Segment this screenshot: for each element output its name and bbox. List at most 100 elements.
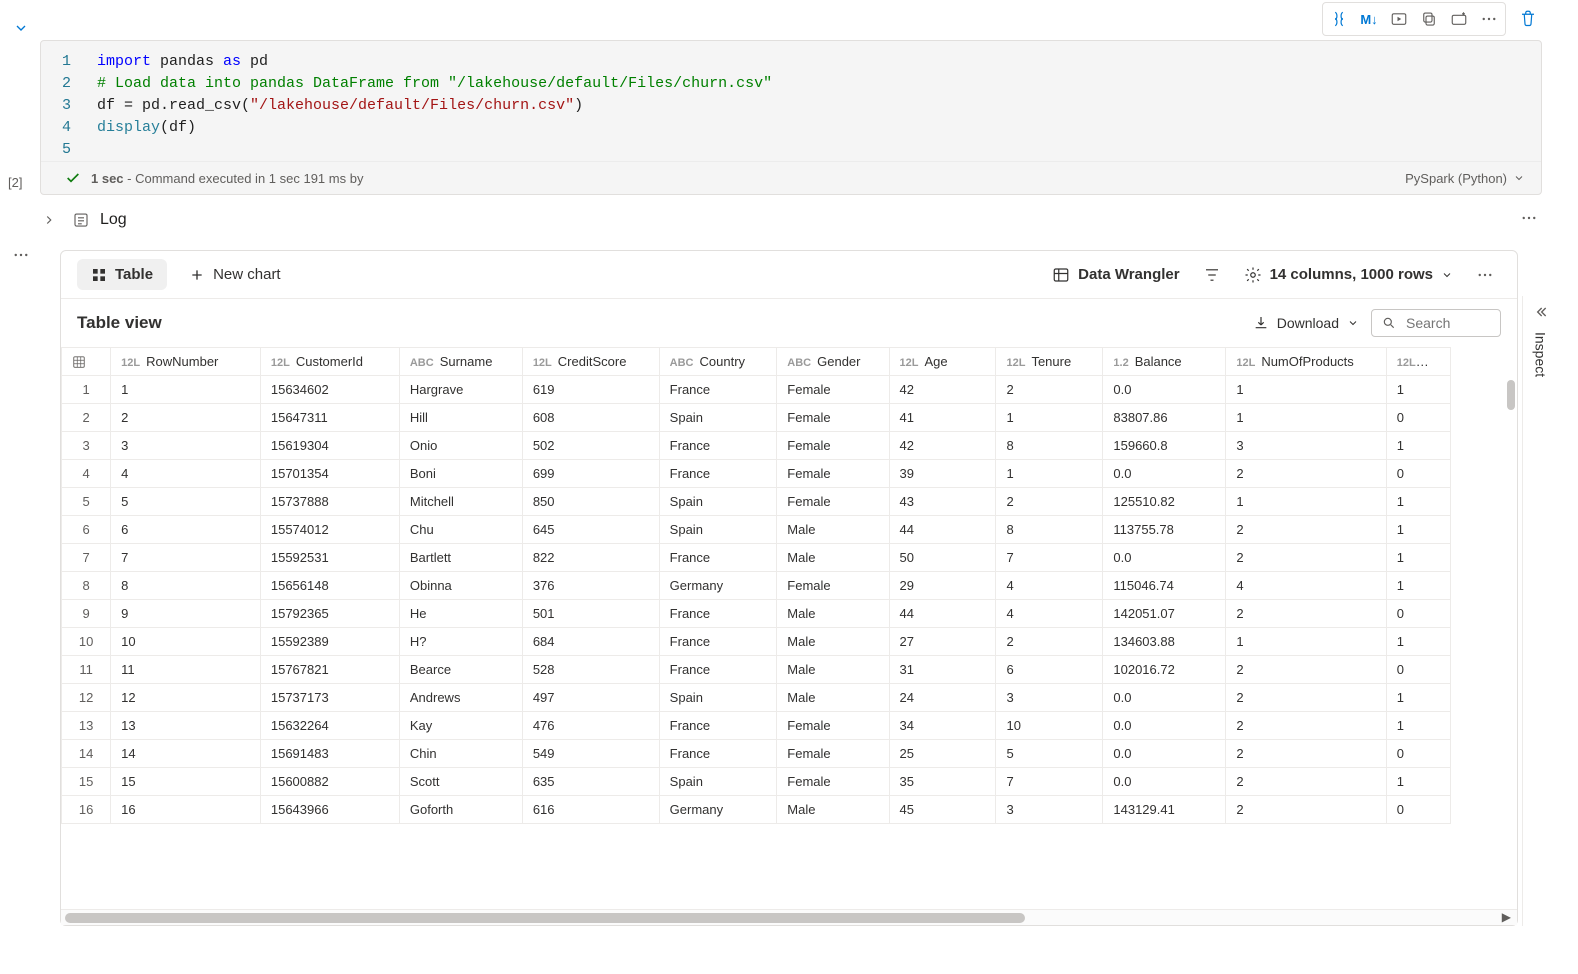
table-cell: 83807.86 — [1103, 404, 1226, 432]
table-row[interactable]: 1115634602Hargrave619FranceFemale4220.01… — [62, 376, 1451, 404]
table-row[interactable]: 8815656148Obinna376GermanyFemale29411504… — [62, 572, 1451, 600]
column-header[interactable]: 12LCustomerId — [260, 348, 399, 376]
success-check-icon — [65, 170, 81, 186]
table-row[interactable]: 101015592389H?684FranceMale272134603.881… — [62, 628, 1451, 656]
table-cell: 0.0 — [1103, 376, 1226, 404]
columns-summary-button[interactable]: 14 columns, 1000 rows — [1236, 260, 1461, 290]
insert-below-icon[interactable] — [1445, 5, 1473, 33]
download-button[interactable]: Download — [1253, 315, 1359, 331]
scroll-right-icon[interactable]: ▶ — [1502, 910, 1511, 924]
table-cell: 0 — [1386, 460, 1450, 488]
table-cell: 15656148 — [260, 572, 399, 600]
expand-log-icon[interactable] — [42, 213, 62, 227]
table-cell: Hargrave — [399, 376, 522, 404]
delete-cell-icon[interactable] — [1514, 4, 1542, 32]
table-row[interactable]: 6615574012Chu645SpainMale448113755.7821 — [62, 516, 1451, 544]
table-cell: 2 — [1226, 656, 1386, 684]
table-row[interactable]: 5515737888Mitchell850SpainFemale43212551… — [62, 488, 1451, 516]
table-cell: 125510.82 — [1103, 488, 1226, 516]
table-row[interactable]: 121215737173Andrews497SpainMale2430.021 — [62, 684, 1451, 712]
horizontal-scrollbar-thumb[interactable] — [65, 913, 1025, 923]
table-cell: 143129.41 — [1103, 796, 1226, 824]
exec-detail: - Command executed in 1 sec 191 ms by — [124, 171, 364, 186]
table-cell: Female — [777, 376, 889, 404]
filter-icon[interactable] — [1196, 259, 1228, 291]
table-cell: Obinna — [399, 572, 522, 600]
table-cell: Mitchell — [399, 488, 522, 516]
table-cell: 8 — [111, 572, 261, 600]
code-editor[interactable]: 12345 import pandas as pd# Load data int… — [41, 41, 1541, 161]
table-cell: 9 — [111, 600, 261, 628]
table-cell: 27 — [889, 628, 996, 656]
table-row[interactable]: 111115767821Bearce528FranceMale316102016… — [62, 656, 1451, 684]
table-row[interactable]: 9915792365He501FranceMale444142051.0720 — [62, 600, 1451, 628]
table-cell: 2 — [1226, 740, 1386, 768]
collapse-cell-icon[interactable] — [9, 16, 33, 40]
column-header[interactable]: 12LNumOfProducts — [1226, 348, 1386, 376]
cell-actions-icon[interactable] — [12, 246, 30, 264]
output-more-icon[interactable] — [1469, 259, 1501, 291]
search-input[interactable] — [1404, 314, 1484, 332]
column-header[interactable]: 12LRowNumber — [111, 348, 261, 376]
table-cell: 39 — [889, 460, 996, 488]
copy-icon[interactable] — [1415, 5, 1443, 33]
table-cell: 15619304 — [260, 432, 399, 460]
grid-icon — [91, 267, 107, 283]
table-row[interactable]: 3315619304Onio502FranceFemale428159660.8… — [62, 432, 1451, 460]
table-tab[interactable]: Table — [77, 259, 167, 290]
table-cell: 7 — [996, 768, 1103, 796]
markdown-icon[interactable]: M↓ — [1355, 5, 1383, 33]
log-more-icon[interactable] — [1520, 209, 1538, 227]
table-row[interactable]: 4415701354Boni699FranceFemale3910.020 — [62, 460, 1451, 488]
column-header[interactable]: 12LHasC — [1386, 348, 1450, 376]
column-header[interactable]: 12LTenure — [996, 348, 1103, 376]
table-cell: 15632264 — [260, 712, 399, 740]
run-below-icon[interactable] — [1385, 5, 1413, 33]
table-scroll[interactable]: 12LRowNumber12LCustomerIdABCSurname12LCr… — [61, 347, 1517, 909]
table-row[interactable]: 7715592531Bartlett822FranceMale5070.021 — [62, 544, 1451, 572]
table-row[interactable]: 2215647311Hill608SpainFemale41183807.861… — [62, 404, 1451, 432]
table-cell: Bartlett — [399, 544, 522, 572]
column-header[interactable]: 1.2Balance — [1103, 348, 1226, 376]
table-cell: 376 — [522, 572, 659, 600]
table-cell: 8 — [62, 572, 111, 600]
table-cell: 0 — [1386, 656, 1450, 684]
log-section: Log — [38, 205, 1542, 235]
code-cell: 12345 import pandas as pd# Load data int… — [40, 40, 1542, 195]
table-row[interactable]: 161615643966Goforth616GermanyMale4531431… — [62, 796, 1451, 824]
column-header[interactable]: ABCCountry — [659, 348, 777, 376]
table-cell: 476 — [522, 712, 659, 740]
horizontal-scrollbar[interactable]: ▶ — [61, 909, 1517, 925]
table-cell: 4 — [996, 572, 1103, 600]
language-selector[interactable]: PySpark (Python) — [1405, 171, 1525, 186]
table-cell: 8 — [996, 432, 1103, 460]
table-cell: 497 — [522, 684, 659, 712]
search-box[interactable] — [1371, 309, 1501, 337]
table-cell: 608 — [522, 404, 659, 432]
inspect-tab[interactable]: Inspect — [1533, 332, 1549, 377]
copilot-icon[interactable] — [1325, 5, 1353, 33]
table-cell: 7 — [62, 544, 111, 572]
table-cell: 2 — [996, 376, 1103, 404]
table-row[interactable]: 141415691483Chin549FranceFemale2550.020 — [62, 740, 1451, 768]
column-header[interactable]: ABCSurname — [399, 348, 522, 376]
table-cell: 102016.72 — [1103, 656, 1226, 684]
table-cell: 635 — [522, 768, 659, 796]
log-label[interactable]: Log — [100, 211, 127, 229]
more-icon[interactable] — [1475, 5, 1503, 33]
table-cell: 1 — [1226, 488, 1386, 516]
column-header[interactable]: ABCGender — [777, 348, 889, 376]
vertical-scrollbar-thumb[interactable] — [1507, 380, 1515, 410]
table-cell: Female — [777, 404, 889, 432]
column-header[interactable] — [62, 348, 111, 376]
table-cell: He — [399, 600, 522, 628]
table-row[interactable]: 131315632264Kay476FranceFemale34100.021 — [62, 712, 1451, 740]
column-header[interactable]: 12LCreditScore — [522, 348, 659, 376]
collapse-inspect-icon[interactable] — [1533, 304, 1549, 320]
table-row[interactable]: 151515600882Scott635SpainFemale3570.021 — [62, 768, 1451, 796]
new-chart-button[interactable]: New chart — [175, 259, 295, 290]
data-wrangler-button[interactable]: Data Wrangler — [1044, 260, 1187, 290]
table-cell: 15767821 — [260, 656, 399, 684]
column-header[interactable]: 12LAge — [889, 348, 996, 376]
table-cell: Germany — [659, 572, 777, 600]
